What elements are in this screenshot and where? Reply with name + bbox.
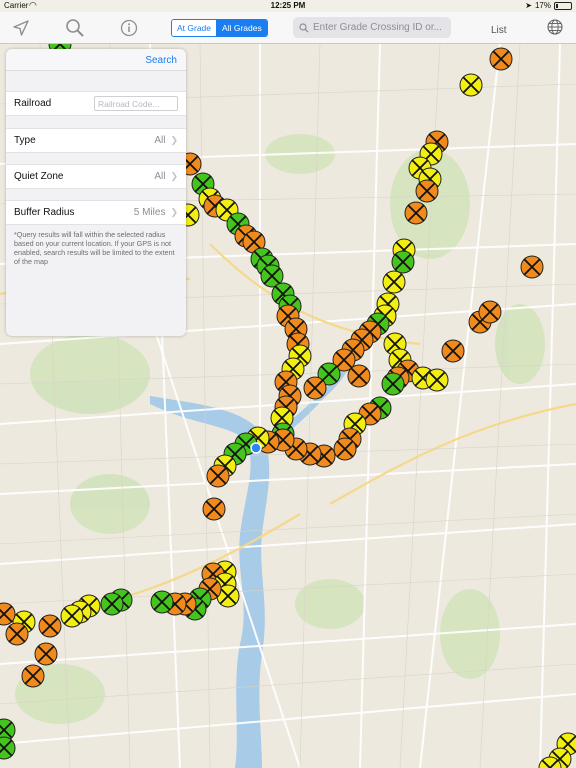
crossing-marker[interactable]: [415, 179, 439, 203]
grade-segmented-control: At Grade All Grades: [171, 19, 268, 37]
info-icon[interactable]: [117, 16, 141, 40]
crossing-marker[interactable]: [425, 368, 449, 392]
segment-at-grade[interactable]: At Grade: [172, 20, 218, 36]
crossing-marker[interactable]: [5, 622, 29, 646]
railroad-label: Railroad: [14, 98, 52, 109]
chevron-right-icon: ❯: [170, 135, 178, 145]
railroad-row: Railroad: [6, 91, 186, 116]
crossing-marker[interactable]: [489, 47, 513, 71]
query-note: *Query results will fall within the sele…: [14, 230, 175, 266]
battery-percent: 17%: [534, 1, 551, 10]
crossing-marker[interactable]: [150, 590, 174, 614]
crossing-search-input[interactable]: [313, 22, 451, 33]
search-panel: Search Railroad Type All ❯ Quiet Zone All…: [6, 49, 186, 336]
buffer-radius-label: Buffer Radius: [14, 207, 75, 218]
crossing-marker[interactable]: [21, 664, 45, 688]
railroad-code-input[interactable]: [94, 96, 178, 111]
quiet-zone-row[interactable]: Quiet Zone All ❯: [6, 164, 186, 189]
quiet-zone-value: All: [154, 171, 166, 182]
toolbar: At Grade All Grades List: [0, 12, 576, 44]
panel-header: Search: [6, 49, 186, 71]
panel-search-button[interactable]: Search: [145, 55, 177, 66]
crossing-marker[interactable]: [347, 364, 371, 388]
crossing-marker[interactable]: [520, 255, 544, 279]
type-row[interactable]: Type All ❯: [6, 128, 186, 153]
list-button[interactable]: List: [491, 25, 507, 36]
status-bar: Carrier ◠ 12:25 PM ➤ 17%: [0, 0, 576, 12]
buffer-radius-row[interactable]: Buffer Radius 5 Miles ❯: [6, 200, 186, 225]
chevron-right-icon: ❯: [170, 171, 178, 181]
crossing-marker[interactable]: [391, 250, 415, 274]
crossing-marker[interactable]: [100, 592, 124, 616]
crossing-marker[interactable]: [459, 73, 483, 97]
crossing-marker[interactable]: [60, 604, 84, 628]
crossing-marker[interactable]: [333, 437, 357, 461]
location-arrow-icon[interactable]: [9, 16, 33, 40]
chevron-right-icon: ❯: [170, 207, 178, 217]
crossing-marker[interactable]: [381, 372, 405, 396]
crossing-marker[interactable]: [382, 270, 406, 294]
type-label: Type: [14, 135, 36, 146]
crossing-marker[interactable]: [441, 339, 465, 363]
search-field-icon: [299, 22, 309, 32]
segment-all-grades[interactable]: All Grades: [217, 20, 267, 36]
search-icon[interactable]: [63, 16, 87, 40]
crossing-marker[interactable]: [303, 376, 327, 400]
buffer-radius-value: 5 Miles: [133, 207, 166, 218]
current-location-icon: [250, 442, 262, 454]
location-services-icon: ➤: [525, 1, 532, 10]
crossing-marker[interactable]: [34, 642, 58, 666]
crossing-marker[interactable]: [404, 201, 428, 225]
type-value: All: [154, 135, 166, 146]
globe-icon[interactable]: [546, 18, 564, 41]
crossing-marker[interactable]: [206, 464, 230, 488]
status-time: 12:25 PM: [270, 1, 306, 10]
battery-fill: [556, 3, 559, 8]
battery-icon: [554, 1, 572, 10]
crossing-marker[interactable]: [202, 497, 226, 521]
crossing-marker[interactable]: [478, 300, 502, 324]
crossing-marker[interactable]: [38, 614, 62, 638]
quiet-zone-label: Quiet Zone: [14, 171, 64, 182]
crossing-search-field[interactable]: [293, 17, 451, 38]
